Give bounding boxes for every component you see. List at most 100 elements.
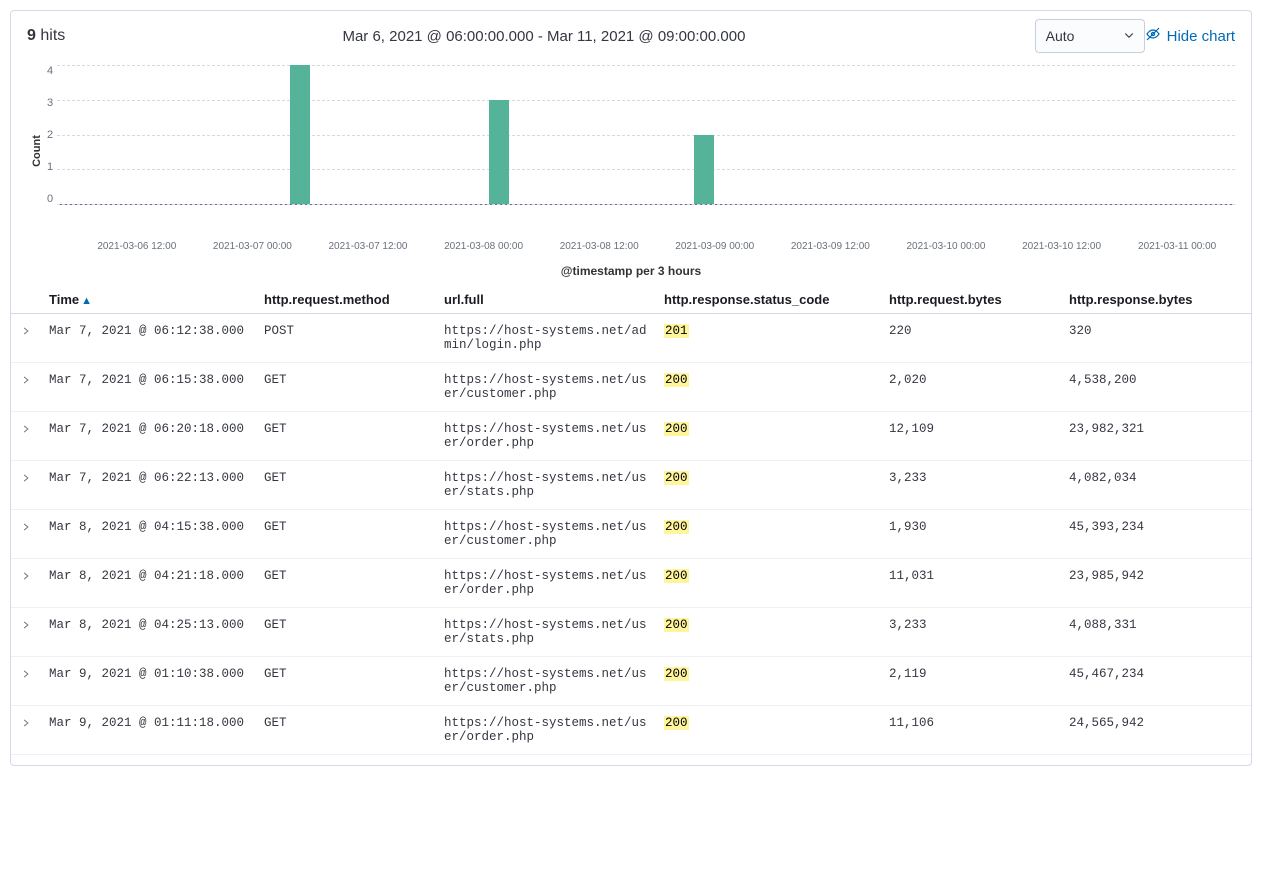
column-resp-bytes[interactable]: http.response.bytes [1061,286,1251,314]
y-tick: 4 [47,65,53,77]
hide-chart-button[interactable]: Hide chart [1145,26,1235,46]
cell-time: Mar 8, 2021 @ 04:21:18.000 [41,559,256,608]
cell-req-bytes: 1,930 [881,510,1061,559]
cell-req-bytes: 11,106 [881,706,1061,755]
column-req-bytes[interactable]: http.request.bytes [881,286,1061,314]
column-status[interactable]: http.response.status_code [656,286,881,314]
cell-url: https://host-systems.net/user/customer.p… [436,657,656,706]
cell-url: https://host-systems.net/admin/login.php [436,314,656,363]
table-body: Mar 7, 2021 @ 06:12:38.000POSThttps://ho… [11,314,1251,755]
cell-status: 200 [656,363,881,412]
expand-row-button[interactable] [21,326,31,340]
histogram-bar[interactable] [489,100,509,204]
y-tick: 1 [47,161,53,173]
cell-method: GET [256,706,436,755]
results-table: Time▲ http.request.method url.full http.… [11,286,1251,755]
histogram-chart[interactable]: Count 43210 [11,57,1251,237]
x-tick: 2021-03-07 12:00 [310,237,426,252]
cell-time: Mar 7, 2021 @ 06:12:38.000 [41,314,256,363]
time-range-label: Mar 6, 2021 @ 06:00:00.000 - Mar 11, 202… [65,28,1022,45]
table-row: Mar 7, 2021 @ 06:12:38.000POSThttps://ho… [11,314,1251,363]
x-axis-ticks: 2021-03-06 12:002021-03-07 00:002021-03-… [11,237,1251,252]
expand-row-button[interactable] [21,375,31,389]
x-tick: 2021-03-11 00:00 [1119,237,1235,252]
x-tick: 2021-03-09 12:00 [773,237,889,252]
cell-url: https://host-systems.net/user/order.php [436,412,656,461]
cell-time: Mar 9, 2021 @ 01:11:18.000 [41,706,256,755]
histogram-bar[interactable] [694,135,714,205]
plot-area[interactable] [57,65,1235,205]
cell-status: 200 [656,510,881,559]
cell-status: 200 [656,412,881,461]
expand-row-button[interactable] [21,620,31,634]
cell-method: GET [256,363,436,412]
cell-resp-bytes: 4,538,200 [1061,363,1251,412]
y-tick: 2 [47,129,53,141]
cell-resp-bytes: 24,565,942 [1061,706,1251,755]
cell-req-bytes: 12,109 [881,412,1061,461]
table-row: Mar 8, 2021 @ 04:25:13.000GEThttps://hos… [11,608,1251,657]
cell-method: GET [256,608,436,657]
cell-resp-bytes: 320 [1061,314,1251,363]
cell-url: https://host-systems.net/user/stats.php [436,608,656,657]
cell-resp-bytes: 23,985,942 [1061,559,1251,608]
sort-ascending-icon: ▲ [81,295,92,307]
cell-req-bytes: 3,233 [881,461,1061,510]
cell-time: Mar 9, 2021 @ 01:10:38.000 [41,657,256,706]
x-tick: 2021-03-08 00:00 [426,237,542,252]
gridline [57,204,1235,205]
y-axis-ticks: 43210 [47,65,57,205]
cell-resp-bytes: 23,982,321 [1061,412,1251,461]
cell-req-bytes: 220 [881,314,1061,363]
x-tick: 2021-03-10 12:00 [1004,237,1120,252]
table-row: Mar 9, 2021 @ 01:10:38.000GEThttps://hos… [11,657,1251,706]
cell-url: https://host-systems.net/user/order.php [436,559,656,608]
histogram-bar[interactable] [290,65,310,204]
cell-url: https://host-systems.net/user/customer.p… [436,510,656,559]
eye-closed-icon [1145,26,1161,46]
column-url[interactable]: url.full [436,286,656,314]
cell-resp-bytes: 4,082,034 [1061,461,1251,510]
x-tick: 2021-03-10 00:00 [888,237,1004,252]
cell-status: 200 [656,657,881,706]
interval-select[interactable]: Auto [1035,19,1145,53]
x-tick: 2021-03-09 00:00 [657,237,773,252]
expand-row-button[interactable] [21,522,31,536]
expand-row-button[interactable] [21,473,31,487]
cell-resp-bytes: 45,467,234 [1061,657,1251,706]
table-row: Mar 7, 2021 @ 06:22:13.000GEThttps://hos… [11,461,1251,510]
y-axis-label: Count [31,135,43,167]
expand-row-button[interactable] [21,571,31,585]
x-tick: 2021-03-08 12:00 [541,237,657,252]
gridline [57,169,1235,170]
cell-req-bytes: 2,020 [881,363,1061,412]
cell-req-bytes: 3,233 [881,608,1061,657]
cell-status: 200 [656,608,881,657]
gridline [57,100,1235,101]
cell-time: Mar 7, 2021 @ 06:22:13.000 [41,461,256,510]
cell-method: GET [256,510,436,559]
x-tick: 2021-03-06 12:00 [79,237,195,252]
cell-time: Mar 8, 2021 @ 04:15:38.000 [41,510,256,559]
x-tick: 2021-03-07 00:00 [195,237,311,252]
x-axis-label: @timestamp per 3 hours [11,252,1251,286]
column-time[interactable]: Time▲ [41,286,256,314]
table-row: Mar 9, 2021 @ 01:11:18.000GEThttps://hos… [11,706,1251,755]
cell-url: https://host-systems.net/user/customer.p… [436,363,656,412]
gridline [57,135,1235,136]
column-method[interactable]: http.request.method [256,286,436,314]
table-row: Mar 7, 2021 @ 06:20:18.000GEThttps://hos… [11,412,1251,461]
cell-status: 200 [656,706,881,755]
column-expand [11,286,41,314]
cell-url: https://host-systems.net/user/order.php [436,706,656,755]
cell-method: GET [256,657,436,706]
table-row: Mar 8, 2021 @ 04:15:38.000GEThttps://hos… [11,510,1251,559]
expand-row-button[interactable] [21,424,31,438]
expand-row-button[interactable] [21,718,31,732]
expand-row-button[interactable] [21,669,31,683]
cell-method: GET [256,461,436,510]
cell-method: GET [256,412,436,461]
gridline [57,65,1235,66]
cell-req-bytes: 2,119 [881,657,1061,706]
hits-count: 9 hits [27,27,65,45]
